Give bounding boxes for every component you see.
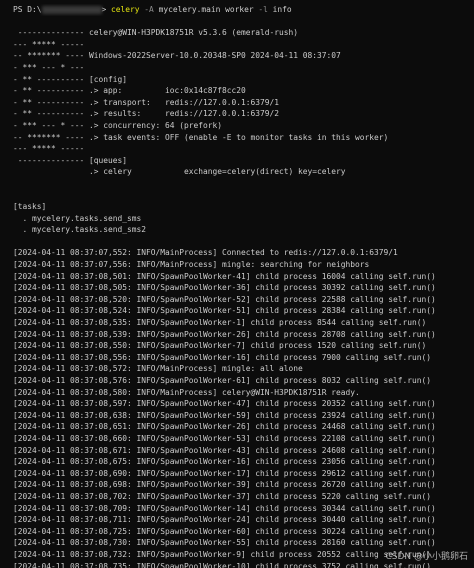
command-flag-loglevel: -l bbox=[253, 5, 268, 14]
output-line: [2024-04-11 08:37:08,711: INFO/SpawnPool… bbox=[13, 515, 436, 525]
output-line: -------------- celery@WIN-H3PDK18751R v5… bbox=[13, 28, 299, 38]
output-line: [2024-04-11 08:37:08,730: INFO/SpawnPool… bbox=[13, 538, 436, 548]
output-line: - *** --- * --- bbox=[13, 62, 85, 72]
command-arg-app: mycelery.main worker bbox=[153, 5, 254, 14]
output-line: [2024-04-11 08:37:07,552: INFO/MainProce… bbox=[13, 248, 398, 258]
output-line: [2024-04-11 08:37:08,524: INFO/SpawnPool… bbox=[13, 306, 436, 316]
output-line: -- ******* ---- Windows-2022Server-10.0.… bbox=[13, 51, 341, 61]
output-line: [tasks] bbox=[13, 202, 47, 212]
output-line: [2024-04-11 08:37:08,702: INFO/SpawnPool… bbox=[13, 491, 432, 501]
output-line: [2024-04-11 08:37:08,572: INFO/MainProce… bbox=[13, 364, 303, 374]
output-line: [2024-04-11 08:37:08,535: INFO/SpawnPool… bbox=[13, 318, 427, 328]
prompt-prefix: PS D:\ bbox=[13, 5, 42, 14]
output-line: . mycelery.tasks.send_sms2 bbox=[13, 225, 147, 235]
terminal-output: -------------- celery@WIN-H3PDK18751R v5… bbox=[13, 16, 474, 568]
output-line: [2024-04-11 08:37:08,597: INFO/SpawnPool… bbox=[13, 399, 436, 409]
output-line: [2024-04-11 08:37:08,690: INFO/SpawnPool… bbox=[13, 468, 436, 478]
output-line: [2024-04-11 08:37:08,556: INFO/SpawnPool… bbox=[13, 352, 432, 362]
output-line: [2024-04-11 08:37:08,539: INFO/SpawnPool… bbox=[13, 329, 436, 339]
output-line: --- ***** ----- bbox=[13, 39, 85, 49]
command-arg-loglevel: info bbox=[267, 5, 292, 14]
output-line: [2024-04-11 08:37:08,550: INFO/SpawnPool… bbox=[13, 341, 427, 351]
output-line: [2024-04-11 08:37:08,580: INFO/MainProce… bbox=[13, 387, 360, 397]
output-line: [2024-04-11 08:37:08,651: INFO/SpawnPool… bbox=[13, 422, 436, 432]
output-line: [2024-04-11 08:37:08,505: INFO/SpawnPool… bbox=[13, 283, 436, 293]
command-flag-app: -A bbox=[139, 5, 154, 14]
output-line: . mycelery.tasks.send_sms bbox=[13, 213, 142, 223]
terminal-window[interactable]: PS D:\ > celery -A mycelery.main worker -… bbox=[0, 0, 474, 568]
output-line: - ** ---------- [config] bbox=[13, 74, 128, 84]
output-line: -------------- [queues] bbox=[13, 155, 128, 165]
output-line: - ** ---------- .> results: redis://127.… bbox=[13, 109, 280, 119]
output-line: [2024-04-11 08:37:08,638: INFO/SpawnPool… bbox=[13, 410, 436, 420]
watermark: CSDN @小小鹅卵石 bbox=[385, 552, 468, 562]
output-line: - ** ---------- .> transport: redis://12… bbox=[13, 97, 280, 107]
output-line: [2024-04-11 08:37:07,556: INFO/MainProce… bbox=[13, 260, 370, 270]
command-name: celery bbox=[111, 5, 140, 14]
output-line: [2024-04-11 08:37:08,725: INFO/SpawnPool… bbox=[13, 526, 436, 536]
prompt-suffix: > bbox=[101, 5, 112, 14]
output-line: -- ******* ---- .> task events: OFF (ena… bbox=[13, 132, 389, 142]
output-line: [2024-04-11 08:37:08,675: INFO/SpawnPool… bbox=[13, 457, 436, 467]
output-line: --- ***** ----- bbox=[13, 144, 85, 154]
output-line: [2024-04-11 08:37:08,520: INFO/SpawnPool… bbox=[13, 294, 436, 304]
output-line: .> celery exchange=celery(direct) key=ce… bbox=[13, 167, 346, 177]
output-line: [2024-04-11 08:37:08,671: INFO/SpawnPool… bbox=[13, 445, 436, 455]
command-prompt-line: PS D:\ > celery -A mycelery.main worker -… bbox=[13, 4, 474, 16]
output-line: [2024-04-11 08:37:08,501: INFO/SpawnPool… bbox=[13, 271, 436, 281]
output-line: [2024-04-11 08:37:08,698: INFO/SpawnPool… bbox=[13, 480, 436, 490]
output-line: [2024-04-11 08:37:08,660: INFO/SpawnPool… bbox=[13, 433, 436, 443]
output-line: - *** --- * --- .> concurrency: 64 (pref… bbox=[13, 120, 223, 130]
output-line: [2024-04-11 08:37:08,709: INFO/SpawnPool… bbox=[13, 503, 436, 513]
output-line: - ** ---------- .> app: ioc:0x14c87f8cc2… bbox=[13, 86, 246, 96]
output-line: [2024-04-11 08:37:08,576: INFO/SpawnPool… bbox=[13, 376, 432, 385]
redacted-path bbox=[41, 5, 102, 14]
